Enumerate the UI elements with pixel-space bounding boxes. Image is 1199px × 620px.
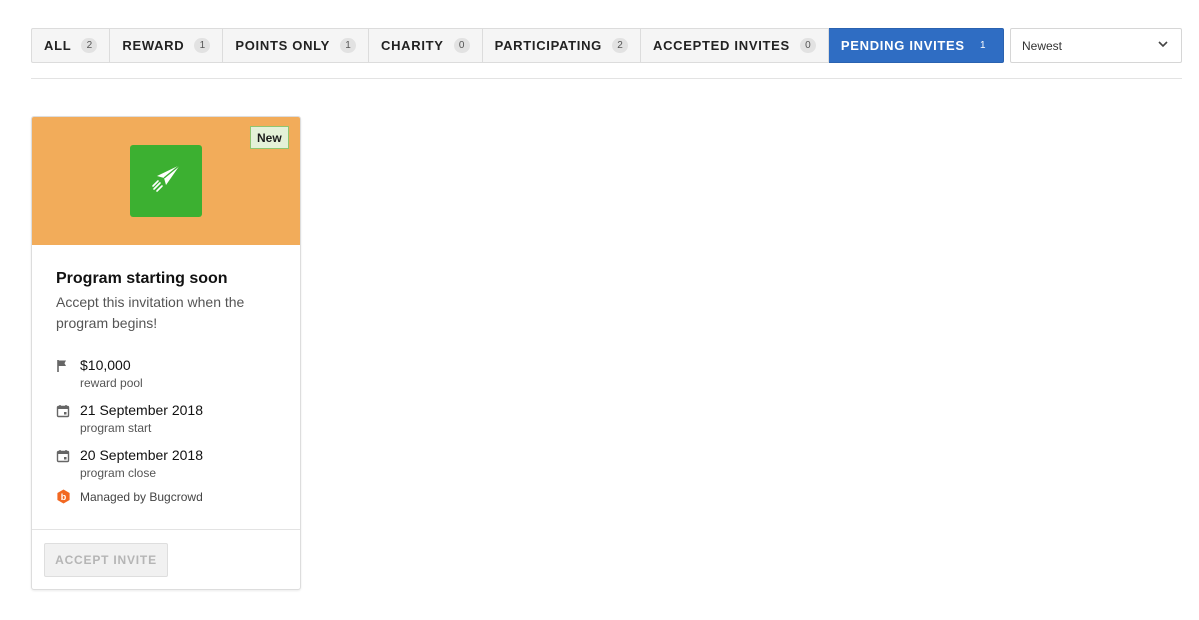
svg-text:b: b	[61, 492, 67, 502]
card-banner: New	[32, 117, 300, 245]
calendar-icon	[56, 404, 70, 418]
bugcrowd-logo-icon: b	[56, 489, 71, 504]
program-close-date: 20 September 2018	[80, 447, 203, 463]
program-title[interactable]: Program starting soon	[56, 270, 228, 288]
new-badge: New	[250, 126, 289, 149]
program-start-label: program start	[80, 421, 152, 435]
program-filter-tabs: ALL 2 REWARD 1 POINTS ONLY 1 CHARITY 0 P…	[31, 28, 1004, 63]
tab-points-only[interactable]: POINTS ONLY 1	[223, 28, 369, 63]
program-close-label: program close	[80, 466, 157, 480]
tab-count-badge: 0	[799, 38, 816, 53]
program-logo[interactable]	[130, 145, 202, 217]
sort-selected-value: Newest	[1022, 38, 1063, 53]
program-card: New Program starting soon Accept this in…	[31, 116, 301, 590]
tab-count-badge: 1	[339, 38, 356, 53]
program-start-date: 21 September 2018	[80, 402, 203, 418]
chevron-down-icon	[1157, 38, 1169, 53]
tab-all[interactable]: ALL 2	[31, 28, 111, 63]
tab-reward[interactable]: REWARD 1	[110, 28, 224, 63]
sort-dropdown[interactable]: Newest	[1010, 28, 1182, 63]
managed-by-row: b Managed by Bugcrowd	[56, 489, 286, 505]
program-description: Accept this invitation when the program …	[56, 294, 245, 331]
header-divider	[31, 78, 1182, 79]
tab-count-badge: 0	[453, 38, 470, 53]
tab-label: CHARITY	[380, 38, 444, 53]
calendar-icon	[56, 449, 70, 463]
managed-by-text: Managed by Bugcrowd	[80, 490, 203, 504]
accept-invite-button[interactable]: ACCEPT INVITE	[44, 543, 168, 577]
reward-pool-label: reward pool	[80, 376, 143, 390]
card-footer-divider	[32, 529, 300, 530]
tab-participating[interactable]: PARTICIPATING 2	[482, 28, 641, 63]
tab-accepted-invites[interactable]: ACCEPTED INVITES 0	[641, 28, 829, 63]
tab-pending-invites[interactable]: PENDING INVITES 1	[828, 28, 1004, 63]
tab-label: REWARD	[122, 38, 185, 53]
paper-plane-icon	[149, 162, 183, 201]
tab-count-badge: 2	[612, 38, 628, 53]
tab-label: ACCEPTED INVITES	[653, 38, 790, 53]
tab-count-badge: 1	[980, 40, 986, 51]
tab-label: PARTICIPATING	[494, 38, 602, 53]
flag-icon	[56, 359, 70, 373]
tab-charity[interactable]: CHARITY 0	[368, 28, 483, 63]
tab-count-badge: 1	[194, 38, 211, 53]
tab-label: PENDING INVITES	[840, 38, 965, 53]
tab-label: ALL	[44, 38, 72, 53]
tab-label: POINTS ONLY	[235, 38, 330, 53]
tab-count-badge: 2	[81, 38, 98, 53]
reward-pool-value: $10,000	[80, 357, 131, 373]
